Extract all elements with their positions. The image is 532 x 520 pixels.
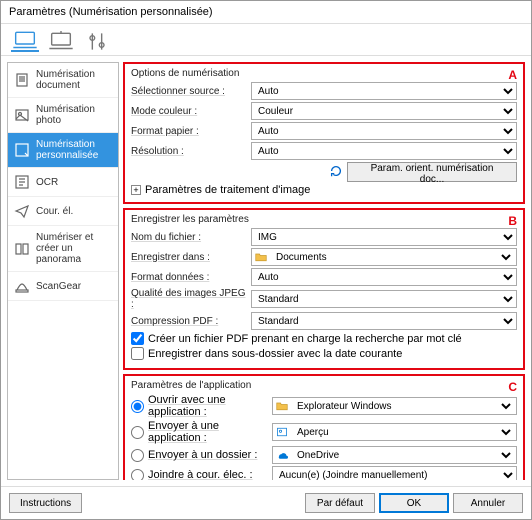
searchable-pdf-label: Créer un fichier PDF prenant en charge l… bbox=[148, 333, 462, 345]
sidebar-item-photo[interactable]: Numérisation photo bbox=[8, 98, 118, 133]
jpeg-select[interactable]: Standard bbox=[251, 290, 517, 308]
expand-label: Paramètres de traitement d'image bbox=[145, 184, 310, 196]
dataformat-label: Format données : bbox=[131, 272, 251, 283]
sidebar-item-label: Numérisation photo bbox=[36, 104, 112, 126]
send-app-radio[interactable] bbox=[131, 426, 144, 439]
onedrive-icon bbox=[275, 448, 289, 462]
instructions-button[interactable]: Instructions bbox=[9, 493, 82, 513]
expand-processing[interactable]: + Paramètres de traitement d'image bbox=[131, 184, 517, 196]
window-title: Paramètres (Numérisation personnalisée) bbox=[1, 1, 531, 24]
sidebar-item-label: Cour. él. bbox=[36, 206, 73, 217]
send-dir-select[interactable]: OneDrive bbox=[291, 447, 514, 463]
section-letter-a: A bbox=[508, 68, 517, 82]
section-app: C Paramètres de l'application Ouvrir ave… bbox=[123, 374, 525, 480]
scan-to-pc-icon[interactable] bbox=[11, 30, 39, 52]
folder-icon bbox=[254, 250, 268, 264]
cancel-button[interactable]: Annuler bbox=[453, 493, 523, 513]
open-app-label: Ouvrir avec une application : bbox=[148, 394, 268, 418]
date-subfolder-checkbox[interactable] bbox=[131, 347, 144, 360]
send-dir-radio[interactable] bbox=[131, 449, 144, 462]
section-a-title: Options de numérisation bbox=[131, 68, 517, 79]
mode-toolbar bbox=[1, 24, 531, 56]
sidebar-item-panorama[interactable]: Numériser et créer un panorama bbox=[8, 226, 118, 272]
footer: Instructions Par défaut OK Annuler bbox=[1, 486, 531, 519]
sidebar-item-doc[interactable]: Numérisation document bbox=[8, 63, 118, 98]
savein-label: Enregistrer dans : bbox=[131, 252, 251, 263]
refresh-icon[interactable] bbox=[329, 164, 343, 181]
sidebar-item-label: Numériser et créer un panorama bbox=[36, 232, 112, 265]
date-subfolder-label: Enregistrer dans sous-dossier avec la da… bbox=[148, 348, 402, 360]
section-c-title: Paramètres de l'application bbox=[131, 380, 517, 391]
section-letter-c: C bbox=[508, 380, 517, 394]
sidebar-item-label: OCR bbox=[36, 177, 58, 188]
searchable-pdf-checkbox[interactable] bbox=[131, 332, 144, 345]
sidebar-item-label: Numérisation personnalisée bbox=[36, 139, 112, 161]
paper-format-select[interactable]: Auto bbox=[251, 122, 517, 140]
settings-window: Paramètres (Numérisation personnalisée) … bbox=[0, 0, 532, 520]
default-button[interactable]: Par défaut bbox=[305, 493, 375, 513]
sidebar-item-ocr[interactable]: OCR bbox=[8, 168, 118, 197]
filename-label: Nom du fichier : bbox=[131, 232, 251, 243]
orient-button[interactable]: Param. orient. numérisation doc... bbox=[347, 162, 517, 182]
sidebar-item-scangear[interactable]: ScanGear bbox=[8, 272, 118, 301]
scan-to-pc-alt-icon[interactable] bbox=[47, 30, 75, 52]
resolution-select[interactable]: Auto bbox=[251, 142, 517, 160]
pdf-select[interactable]: Standard bbox=[251, 312, 517, 330]
mail-radio[interactable] bbox=[131, 469, 144, 481]
section-letter-b: B bbox=[508, 214, 517, 228]
dataformat-select[interactable]: Auto bbox=[251, 268, 517, 286]
ok-button[interactable]: OK bbox=[379, 493, 449, 513]
send-app-label: Envoyer à une application : bbox=[148, 420, 268, 444]
source-label: Sélectionner source : bbox=[131, 86, 251, 97]
mail-label: Joindre à cour. élec. : bbox=[148, 469, 268, 480]
plus-icon: + bbox=[131, 185, 141, 195]
section-scan-options: A Options de numérisation Sélectionner s… bbox=[123, 62, 525, 204]
section-b-title: Enregistrer les paramètres bbox=[131, 214, 517, 225]
source-select[interactable]: Auto bbox=[251, 82, 517, 100]
explorer-icon bbox=[275, 399, 289, 413]
pdf-label: Compression PDF : bbox=[131, 316, 251, 327]
send-dir-label: Envoyer à un dossier : bbox=[148, 449, 268, 461]
res-label: Résolution : bbox=[131, 146, 251, 157]
sidebar-item-custom[interactable]: Numérisation personnalisée bbox=[8, 133, 118, 168]
sidebar: Numérisation document Numérisation photo… bbox=[7, 62, 119, 480]
jpeg-label: Qualité des images JPEG : bbox=[131, 288, 251, 310]
tools-icon[interactable] bbox=[83, 30, 111, 52]
section-save: B Enregistrer les paramètres Nom du fich… bbox=[123, 208, 525, 370]
sidebar-item-label: ScanGear bbox=[36, 281, 81, 292]
mail-select[interactable]: Aucun(e) (Joindre manuellement) bbox=[272, 466, 517, 480]
color-mode-select[interactable]: Couleur bbox=[251, 102, 517, 120]
mode-label: Mode couleur : bbox=[131, 106, 251, 117]
send-app-select[interactable]: Aperçu bbox=[291, 424, 514, 440]
open-app-select[interactable]: Explorateur Windows bbox=[291, 398, 514, 414]
sidebar-item-mail[interactable]: Cour. él. bbox=[8, 197, 118, 226]
filename-select[interactable]: IMG bbox=[251, 228, 517, 246]
format-label: Format papier : bbox=[131, 126, 251, 137]
preview-icon bbox=[275, 425, 289, 439]
savein-select[interactable]: Documents bbox=[270, 249, 514, 265]
open-app-radio[interactable] bbox=[131, 400, 144, 413]
sidebar-item-label: Numérisation document bbox=[36, 69, 112, 91]
